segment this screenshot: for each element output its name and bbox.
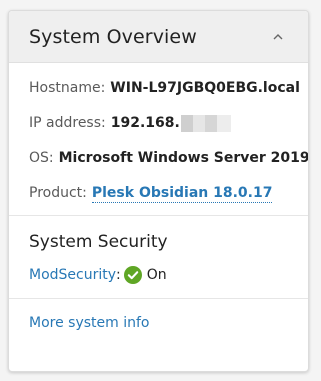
os-value: Microsoft Windows Server 2019	[58, 150, 309, 166]
card-title: System Overview	[29, 25, 197, 48]
ip-redacted-block	[180, 115, 231, 132]
hostname-row: Hostname: WIN-L97JGBQ0EBG.local	[29, 77, 300, 100]
check-circle-icon	[123, 266, 142, 284]
modsecurity-status: On	[146, 267, 167, 283]
hostname-value: WIN-L97JGBQ0EBG.local	[110, 80, 300, 96]
card-header: System Overview	[9, 11, 308, 63]
system-info-section: Hostname: WIN-L97JGBQ0EBG.local IP addre…	[9, 63, 308, 216]
modsecurity-link[interactable]: ModSecurity	[29, 267, 116, 283]
modsecurity-separator: :	[116, 267, 121, 283]
system-overview-card: System Overview Hostname: WIN-L97JGBQ0EB…	[8, 10, 309, 372]
modsecurity-row: ModSecurity: On	[29, 266, 288, 284]
product-row: Product: Plesk Obsidian 18.0.17	[29, 182, 288, 205]
hostname-label: Hostname:	[29, 80, 106, 96]
os-label: OS:	[29, 150, 54, 166]
system-security-section: System Security ModSecurity: On	[9, 216, 308, 299]
product-label: Product:	[29, 185, 87, 201]
ip-value: 192.168.	[110, 115, 180, 131]
security-title: System Security	[29, 232, 168, 252]
ip-label: IP address:	[29, 115, 106, 131]
chevron-up-icon	[273, 33, 283, 39]
more-info-section: More system info	[9, 299, 308, 331]
product-link[interactable]: Plesk Obsidian 18.0.17	[91, 184, 273, 203]
collapse-button[interactable]	[268, 27, 288, 47]
more-system-info-link[interactable]: More system info	[29, 315, 149, 331]
os-row: OS: Microsoft Windows Server 2019	[29, 147, 308, 170]
ip-row: IP address: 192.168.	[29, 112, 288, 135]
